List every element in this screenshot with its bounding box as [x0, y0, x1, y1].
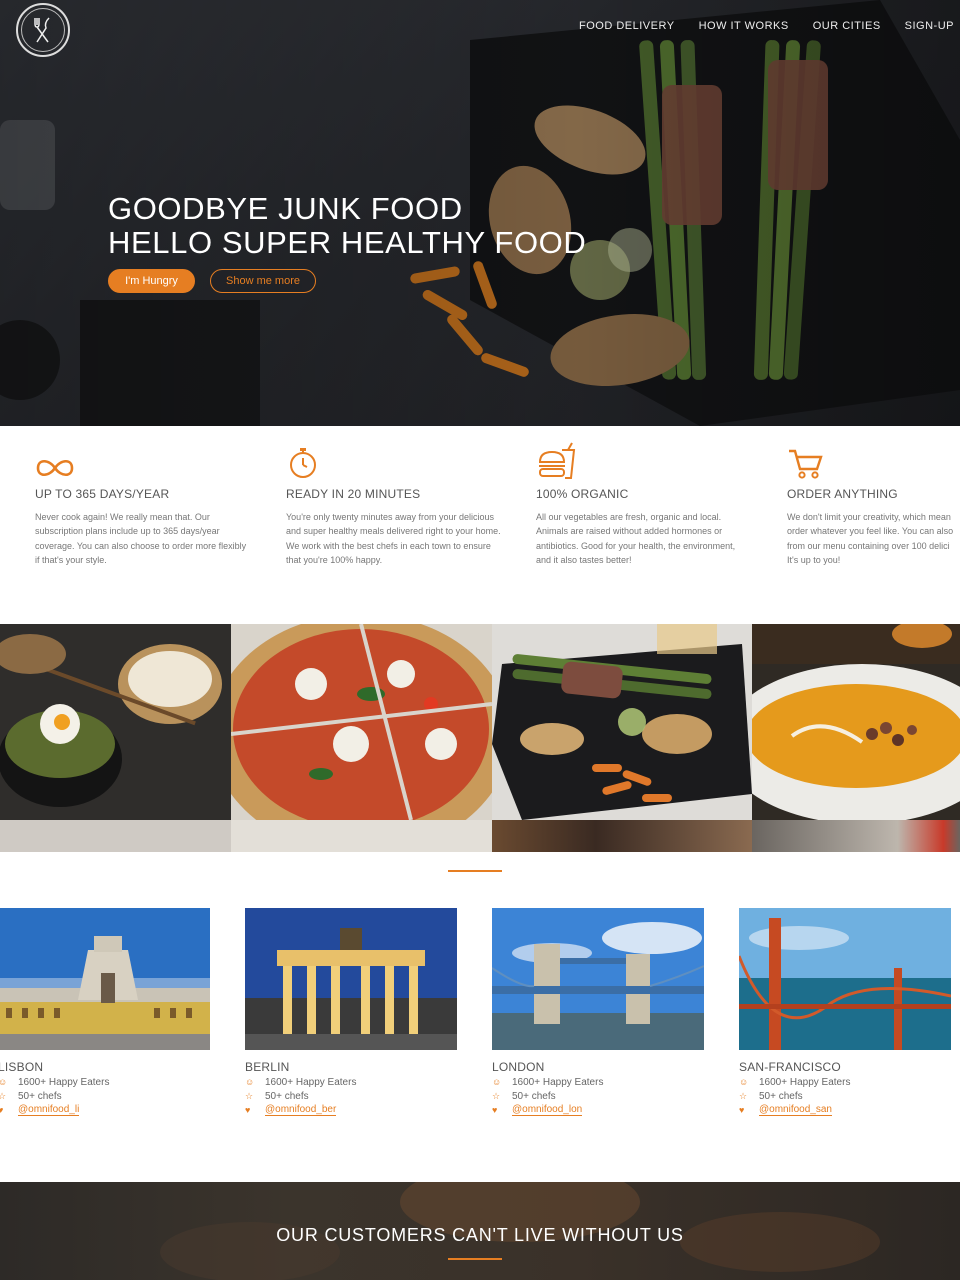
feature-title: Up to 365 days/year — [35, 487, 170, 501]
meal-photo-chicken-asparagus — [492, 624, 752, 820]
star-icon: ☆ — [0, 1090, 7, 1101]
nav-link-sign-up[interactable]: Sign-up — [905, 20, 954, 35]
twitter: ♥ @omnifood_san — [739, 1104, 951, 1116]
star-icon: ☆ — [739, 1090, 748, 1101]
infinity-icon — [36, 459, 74, 477]
person-icon: ☺ — [492, 1077, 502, 1087]
meal-photo-bibimbap — [0, 624, 231, 820]
section-divider — [448, 1258, 502, 1260]
happy-eaters: ☺ 1600+ Happy Eaters — [492, 1076, 704, 1088]
meals-showcase — [0, 624, 960, 852]
feature-item: Up to 365 days/year Never cook again! We… — [35, 440, 250, 567]
testimonials-section: Our customers can't live without us — [0, 1182, 960, 1280]
stopwatch-icon — [290, 448, 316, 478]
happy-eaters: ☺ 1600+ Happy Eaters — [0, 1076, 210, 1088]
hero-title-line-1: Goodbye junk food — [108, 191, 463, 226]
feature-text: You're only twenty minutes away from you… — [286, 512, 501, 565]
feature-text-line: order whatever you feel like. You can al… — [787, 526, 954, 537]
city-name: San-Francisco — [739, 1060, 841, 1074]
chefs-text: 50+ chefs — [265, 1090, 309, 1102]
city-card: San-Francisco ☺ 1600+ Happy Eaters ☆ 50+ c… — [739, 908, 951, 1116]
meal-photo-pizza — [231, 624, 492, 820]
happy-eaters-text: 1600+ Happy Eaters — [759, 1076, 851, 1088]
feature-item: Ready in 20 minutes You're only twenty m… — [286, 440, 501, 567]
chefs-text: 50+ chefs — [18, 1090, 62, 1102]
section-divider — [448, 870, 502, 872]
nav-link-our-cities[interactable]: Our cities — [813, 20, 881, 35]
twitter-link[interactable]: @omnifood_san — [759, 1104, 832, 1116]
meal-photo-strip — [0, 820, 231, 852]
show-me-more-button[interactable]: Show me more — [210, 269, 316, 293]
chefs: ☆ 50+ chefs — [739, 1090, 951, 1102]
feature-item: Order anything We don't limit your creat… — [787, 440, 960, 567]
hero-title: Goodbye junk food Hello super healthy fo… — [108, 192, 586, 260]
nav-link-food-delivery[interactable]: Food delivery — [579, 20, 675, 35]
chefs: ☆ 50+ chefs — [245, 1090, 457, 1102]
feature-text: Never cook again! We really mean that. O… — [35, 512, 247, 565]
feature-title: Order anything — [787, 487, 898, 501]
hero-title-line-2: Hello super healthy food — [108, 225, 587, 260]
burger-drink-icon — [538, 442, 576, 479]
logo[interactable] — [16, 3, 70, 57]
city-card: Lisbon ☺ 1600+ Happy Eaters ☆ 50+ chefs ♥ @… — [0, 908, 210, 1116]
star-icon: ☆ — [492, 1090, 501, 1101]
twitter: ♥ @omnifood_li — [0, 1104, 210, 1116]
person-icon: ☺ — [245, 1077, 255, 1087]
im-hungry-button[interactable]: I'm Hungry — [108, 269, 195, 293]
testimonials-title: Our customers can't live without us — [276, 1225, 684, 1245]
fork-knife-icon — [21, 8, 65, 52]
features-section: Up to 365 days/year Never cook again! We… — [0, 426, 960, 624]
twitter: ♥ @omnifood_ber — [245, 1104, 457, 1116]
city-name: Berlin — [245, 1060, 290, 1074]
city-card: Berlin ☺ 1600+ Happy Eaters ☆ 50+ chefs ♥ @… — [245, 908, 457, 1116]
twitter-link[interactable]: @omnifood_lon — [512, 1104, 583, 1116]
chefs: ☆ 50+ chefs — [492, 1090, 704, 1102]
happy-eaters-text: 1600+ Happy Eaters — [512, 1076, 604, 1088]
twitter-icon: ♥ — [739, 1105, 745, 1115]
feature-title: Ready in 20 minutes — [286, 487, 421, 501]
feature-text-line: We don't limit your creativity, which me… — [787, 512, 951, 522]
main-nav: Food delivery How it works Our cities Si… — [579, 20, 954, 35]
feature-text: All our vegetables are fresh, organic an… — [536, 512, 736, 565]
city-photo-lisbon — [0, 908, 210, 1050]
twitter-icon: ♥ — [245, 1105, 251, 1115]
happy-eaters-text: 1600+ Happy Eaters — [265, 1076, 357, 1088]
feature-text: We don't limit your creativity, which me… — [787, 510, 960, 567]
twitter-icon: ♥ — [492, 1105, 498, 1115]
chefs-text: 50+ chefs — [512, 1090, 556, 1102]
twitter: ♥ @omnifood_lon — [492, 1104, 704, 1116]
nav-link-how-it-works[interactable]: How it works — [699, 20, 789, 35]
happy-eaters: ☺ 1600+ Happy Eaters — [245, 1076, 457, 1088]
feature-title: 100% organic — [536, 487, 629, 501]
twitter-icon: ♥ — [0, 1105, 4, 1115]
star-icon: ☆ — [245, 1090, 254, 1101]
meal-photo-strip — [231, 820, 492, 852]
city-photo-london — [492, 908, 704, 1050]
happy-eaters: ☺ 1600+ Happy Eaters — [739, 1076, 951, 1088]
city-name: London — [492, 1060, 545, 1074]
city-card: London ☺ 1600+ Happy Eaters ☆ 50+ chefs ♥ @… — [492, 908, 704, 1116]
chefs-text: 50+ chefs — [759, 1090, 803, 1102]
person-icon: ☺ — [739, 1077, 749, 1087]
feature-text-line: from our menu containing over 100 delici — [787, 540, 950, 551]
feature-item: 100% organic All our vegetables are fres… — [536, 440, 751, 567]
twitter-link[interactable]: @omnifood_ber — [265, 1104, 337, 1116]
happy-eaters-text: 1600+ Happy Eaters — [18, 1076, 110, 1088]
city-photo-berlin — [245, 908, 457, 1050]
meal-photo-strip — [752, 820, 960, 852]
twitter-link[interactable]: @omnifood_li — [18, 1104, 80, 1116]
city-photo-san-francisco — [739, 908, 951, 1050]
hero-section: Food delivery How it works Our cities Si… — [0, 0, 960, 426]
meal-photo-soup — [752, 624, 960, 820]
person-icon: ☺ — [0, 1077, 8, 1087]
cart-icon — [789, 449, 823, 479]
feature-text-line: It's up to you! — [787, 554, 841, 565]
meal-photo-strip — [492, 820, 752, 852]
chefs: ☆ 50+ chefs — [0, 1090, 210, 1102]
city-name: Lisbon — [0, 1060, 44, 1074]
